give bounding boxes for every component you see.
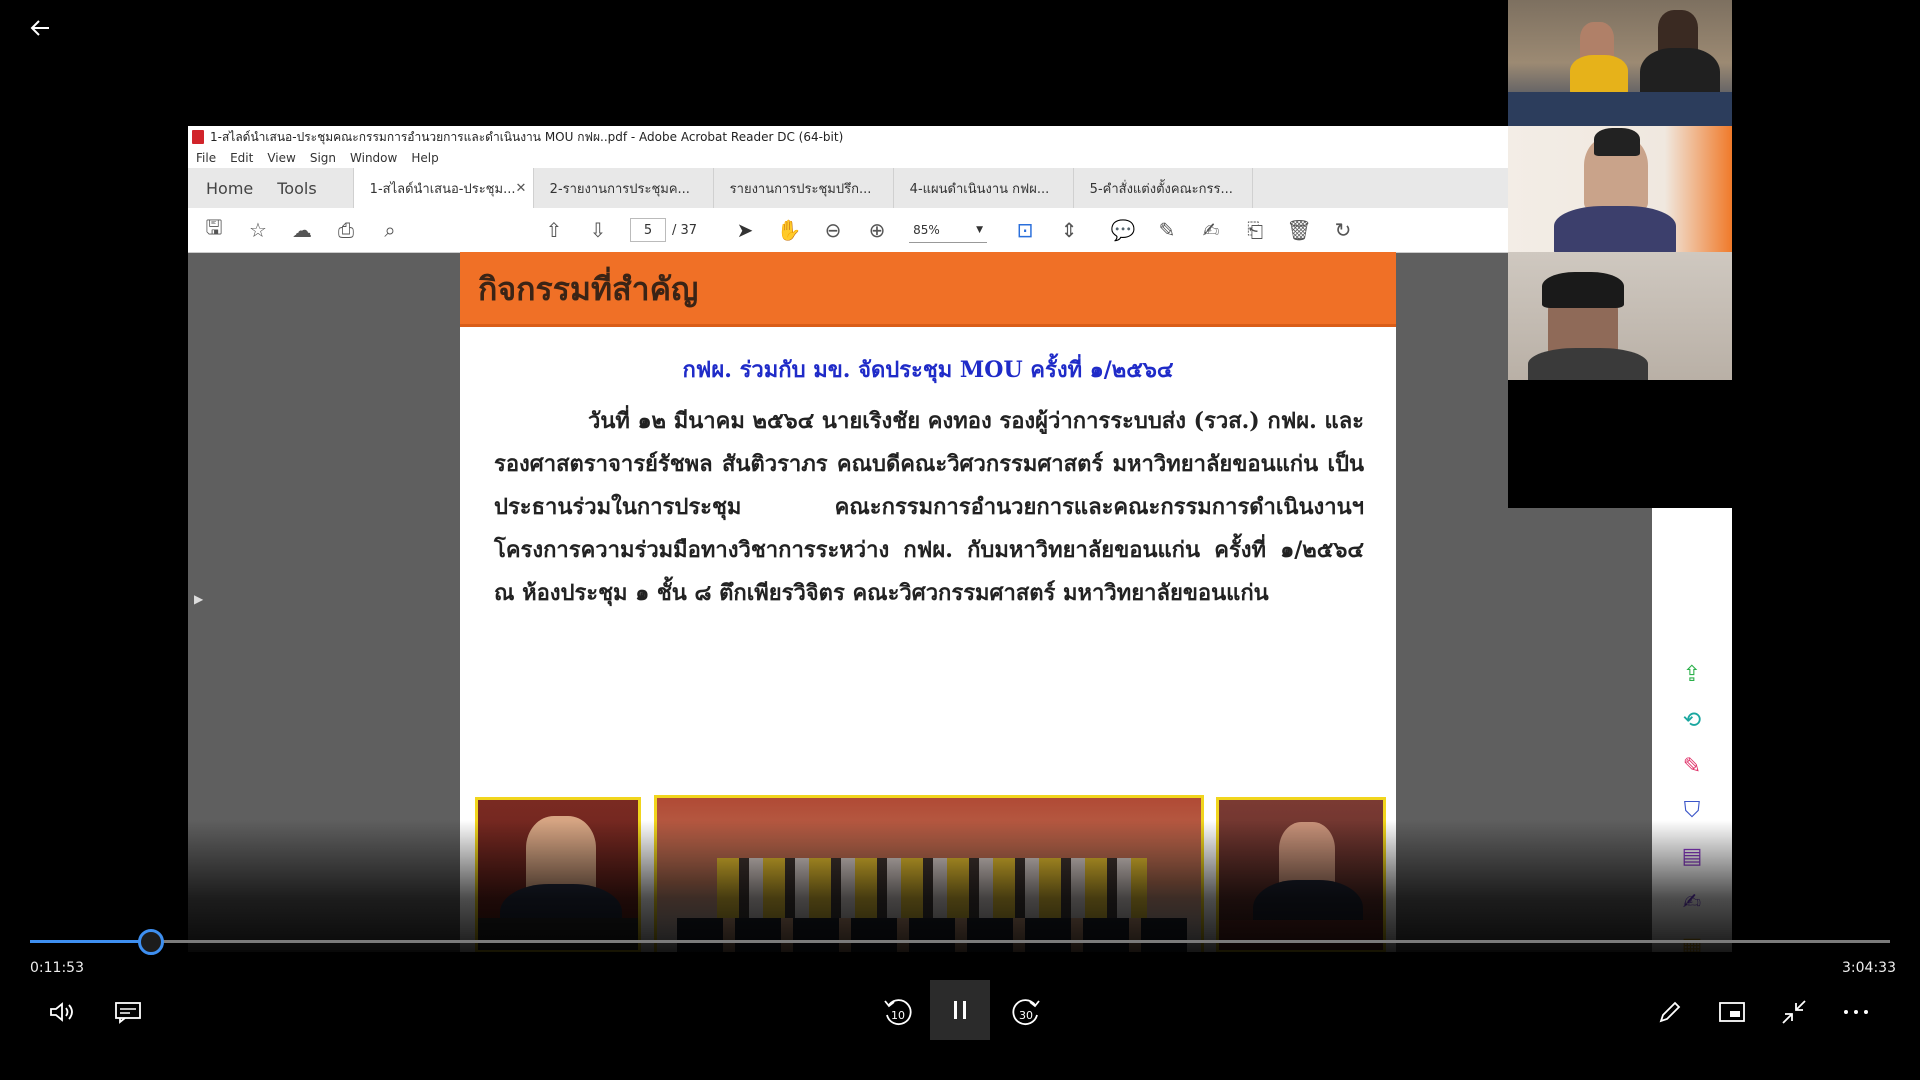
doc-tab-2[interactable]: 2-รายงานการประชุมค...: [532, 168, 713, 208]
zoom-in-icon[interactable]: ⊕: [855, 208, 899, 252]
zoom-search-icon[interactable]: ⌕: [368, 208, 412, 252]
zoom-level: 85%: [913, 222, 940, 237]
pen-icon: [1659, 1001, 1681, 1023]
seek-handle[interactable]: [137, 929, 164, 955]
stamp-icon[interactable]: ⎗: [1233, 208, 1277, 252]
rewind-10-button[interactable]: 10: [876, 990, 920, 1034]
edit-pdf-icon[interactable]: ✎: [1676, 750, 1708, 782]
controls-gradient: [0, 820, 1920, 1080]
doc-tab-label: 1-สไลด์นำเสนอ-ประชุม...: [369, 181, 516, 197]
export-pdf-icon[interactable]: ⇪: [1676, 658, 1708, 690]
menu-view[interactable]: View: [267, 151, 295, 165]
miniplayer-button[interactable]: [1710, 994, 1754, 1030]
seek-bar-progress: [30, 940, 151, 943]
zoom-out-icon[interactable]: ⊖: [811, 208, 855, 252]
delete-icon[interactable]: 🗑: [1277, 208, 1321, 252]
doc-tab-1[interactable]: 1-สไลด์นำเสนอ-ประชุม... ✕: [352, 168, 533, 208]
menu-bar: File Edit View Sign Window Help: [188, 148, 1732, 168]
slide-subtitle: กฟผ. ร่วมกับ มข. จัดประชุม MOU ครั้งที่ …: [682, 357, 1174, 383]
left-panel-toggle-icon[interactable]: ▶: [194, 592, 203, 606]
slide-body-text: วันที่ ๑๒ มีนาคม ๒๕๖๔ นายเริงชัย คงทอง ร…: [494, 408, 1364, 606]
pause-button[interactable]: [930, 980, 990, 1040]
participant-video-1: [1508, 0, 1732, 126]
miniplayer-icon: [1719, 1002, 1745, 1022]
captions-button[interactable]: [106, 994, 150, 1030]
volume-button[interactable]: [40, 994, 84, 1030]
page-total: / 37: [672, 222, 698, 238]
cloud-upload-icon[interactable]: ☁: [280, 208, 324, 252]
seek-bar[interactable]: [30, 940, 1890, 943]
rewind-10-icon: 10: [884, 999, 912, 1025]
next-page-icon[interactable]: ⇩: [576, 208, 620, 252]
pen-button[interactable]: [1648, 994, 1692, 1030]
menu-file[interactable]: File: [196, 151, 216, 165]
window-titlebar: 1-สไลด์นำเสนอ-ประชุมคณะกรรมการอำนวยการแล…: [188, 126, 1732, 148]
bookmark-star-icon[interactable]: ☆: [236, 208, 280, 252]
chevron-down-icon: ▼: [976, 224, 984, 235]
slide-title: กิจกรรมที่สำคัญ: [478, 270, 699, 308]
create-pdf-icon[interactable]: ⟲: [1676, 704, 1708, 736]
forward-30-icon: 30: [1012, 999, 1040, 1025]
menu-window[interactable]: Window: [350, 151, 397, 165]
rotate-icon[interactable]: ↻: [1321, 208, 1365, 252]
exit-fullscreen-icon: [1782, 1000, 1806, 1024]
select-cursor-icon[interactable]: ➤: [723, 208, 767, 252]
participant-video-2: [1508, 126, 1732, 252]
close-tab-icon[interactable]: ✕: [515, 181, 526, 196]
slide-body: วันที่ ๑๒ มีนาคม ๒๕๖๔ นายเริงชัย คงทอง ร…: [494, 400, 1364, 615]
doc-tab-label: 5-คำสั่งแต่งตั้งคณะกรร...: [1089, 181, 1233, 197]
page-navigator: 5 / 37: [630, 218, 697, 242]
acrobat-toolbar: 🖫 ☆ ☁ ⎙ ⌕ ⇧ ⇩ 5 / 37 ➤ ✋ ⊖ ⊕ 85% ▼ ⊡ ⇕ 💬…: [188, 208, 1732, 253]
tab-tools[interactable]: Tools: [271, 168, 352, 208]
tab-bar: Home Tools 1-สไลด์นำเสนอ-ประชุม... ✕ 2-ร…: [188, 168, 1732, 209]
doc-tab-label: รายงานการประชุมปรึก...: [729, 181, 872, 197]
page-number-input[interactable]: 5: [630, 218, 666, 242]
doc-tab-label: 4-แผนดำเนินงาน กฟผ...: [909, 181, 1050, 197]
total-time: 3:04:33: [1842, 960, 1896, 976]
back-arrow-icon: [30, 20, 49, 36]
more-button[interactable]: [1834, 994, 1878, 1030]
doc-tab-4[interactable]: 4-แผนดำเนินงาน กฟผ...: [892, 168, 1073, 208]
pdf-file-icon: [192, 130, 204, 144]
participant-video-3: [1508, 252, 1732, 380]
print-icon[interactable]: ⎙: [324, 208, 368, 252]
sign-icon[interactable]: ✍: [1189, 208, 1233, 252]
doc-tab-3[interactable]: รายงานการประชุมปรึก...: [712, 168, 893, 208]
participant-video-empty: [1508, 380, 1732, 508]
comment-icon[interactable]: 💬: [1101, 208, 1145, 252]
menu-help[interactable]: Help: [411, 151, 438, 165]
forward-label: 30: [1019, 1009, 1033, 1022]
current-time: 0:11:53: [30, 960, 84, 976]
doc-tab-5[interactable]: 5-คำสั่งแต่งตั้งคณะกรร...: [1072, 168, 1253, 208]
captions-icon: [115, 1002, 141, 1024]
previous-page-icon[interactable]: ⇧: [532, 208, 576, 252]
rewind-label: 10: [891, 1009, 905, 1022]
exit-fullscreen-button[interactable]: [1772, 994, 1816, 1030]
scroll-mode-icon[interactable]: ⇕: [1047, 208, 1091, 252]
more-icon: [1844, 1010, 1868, 1014]
menu-edit[interactable]: Edit: [230, 151, 253, 165]
forward-30-button[interactable]: 30: [1004, 990, 1048, 1034]
zoom-select[interactable]: 85% ▼: [909, 218, 988, 243]
tab-home[interactable]: Home: [188, 168, 271, 208]
hand-tool-icon[interactable]: ✋: [767, 208, 811, 252]
window-title: 1-สไลด์นำเสนอ-ประชุมคณะกรรมการอำนวยการแล…: [210, 129, 844, 144]
menu-sign[interactable]: Sign: [310, 151, 336, 165]
volume-icon: [50, 1002, 73, 1022]
back-button[interactable]: [18, 8, 62, 48]
fit-page-icon[interactable]: ⊡: [1003, 208, 1047, 252]
save-icon[interactable]: 🖫: [192, 208, 236, 252]
highlight-pen-icon[interactable]: ✎: [1145, 208, 1189, 252]
doc-tab-label: 2-รายงานการประชุมค...: [549, 181, 690, 197]
pause-icon: [954, 1001, 966, 1019]
